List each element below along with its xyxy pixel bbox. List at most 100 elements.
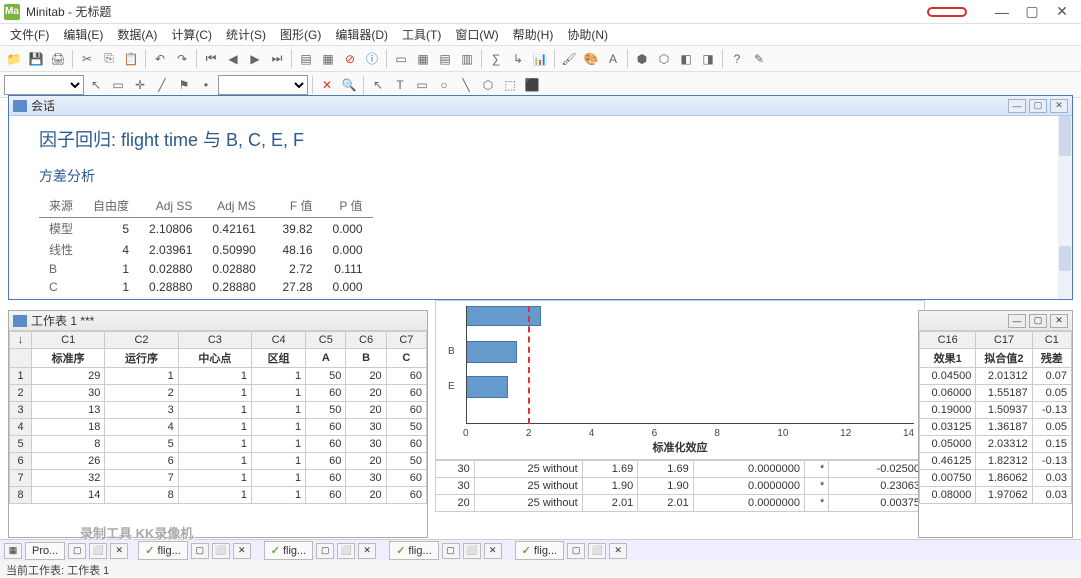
table-row[interactable]: 0.045002.013120.07 bbox=[920, 368, 1072, 385]
session-close[interactable]: ✕ bbox=[1050, 99, 1068, 113]
circle-tool-icon[interactable]: ○ bbox=[434, 75, 454, 95]
show-history-icon[interactable]: ▤ bbox=[435, 49, 455, 69]
table-row[interactable]: 129111502060 bbox=[10, 368, 427, 385]
corner-cell[interactable]: ↓ bbox=[10, 332, 32, 349]
tab-close1[interactable]: ✕ bbox=[110, 543, 128, 559]
delete-icon[interactable]: ✕ bbox=[317, 75, 337, 95]
col-label[interactable]: 运行序 bbox=[105, 349, 178, 368]
tab-restore[interactable]: ▢ bbox=[316, 543, 334, 559]
help-icon[interactable]: ? bbox=[727, 49, 747, 69]
worksheet-header[interactable]: 工作表 1 *** bbox=[9, 311, 427, 331]
maximize-button[interactable]: ▢ bbox=[1017, 2, 1047, 22]
table-row[interactable]: 3025 without1.691.690.0000000*-0.02500 bbox=[436, 461, 925, 478]
col-header[interactable]: C16 bbox=[920, 332, 976, 349]
table-row[interactable]: 58511603060 bbox=[10, 436, 427, 453]
col-label[interactable]: A bbox=[306, 349, 346, 368]
show-data-icon[interactable]: ▦ bbox=[413, 49, 433, 69]
stat-tool4-icon[interactable]: ◨ bbox=[698, 49, 718, 69]
table-row[interactable]: 626611602050 bbox=[10, 453, 427, 470]
col-label[interactable]: 残差 bbox=[1032, 349, 1071, 368]
rg-minimize[interactable]: — bbox=[1008, 314, 1026, 328]
col-label[interactable]: C bbox=[386, 349, 426, 368]
flag-icon[interactable]: ⚑ bbox=[174, 75, 194, 95]
tab-project-icon[interactable]: ▦ bbox=[4, 543, 22, 559]
line-tool-icon[interactable]: ╱ bbox=[152, 75, 172, 95]
effects-chart[interactable]: B E 标准化效应 02468101214 bbox=[435, 300, 925, 460]
table-row[interactable]: 313311502060 bbox=[10, 402, 427, 419]
col-label[interactable]: B bbox=[346, 349, 386, 368]
close-button[interactable]: ✕ bbox=[1047, 2, 1077, 22]
tab-project[interactable]: Pro... bbox=[25, 542, 65, 560]
table-row[interactable]: 0.031251.361870.05 bbox=[920, 419, 1072, 436]
save-icon[interactable]: 💾 bbox=[26, 49, 46, 69]
col-header[interactable]: C3 bbox=[178, 332, 251, 349]
copy-icon[interactable]: ⎘ bbox=[99, 49, 119, 69]
col-label[interactable]: 标准序 bbox=[32, 349, 105, 368]
tab-max1[interactable]: ⬜ bbox=[89, 543, 107, 559]
tab-close[interactable]: ✕ bbox=[609, 543, 627, 559]
stat-tool1-icon[interactable]: ⬢ bbox=[632, 49, 652, 69]
session-scrollbar[interactable] bbox=[1058, 116, 1072, 299]
menu-stat[interactable]: 统计(S) bbox=[220, 24, 272, 45]
right-grid-header[interactable]: — ▢ ✕ bbox=[919, 311, 1072, 331]
assign-icon[interactable]: ↳ bbox=[508, 49, 528, 69]
menu-help[interactable]: 帮助(H) bbox=[507, 24, 560, 45]
scroll-thumb[interactable] bbox=[1059, 116, 1071, 156]
right-grid[interactable]: C16C17C1 效果1拟合值2残差 0.045002.013120.070.0… bbox=[919, 331, 1072, 504]
worksheet-icon[interactable]: ▦ bbox=[318, 49, 338, 69]
chart-icon[interactable]: 📊 bbox=[530, 49, 550, 69]
rg-maximize[interactable]: ▢ bbox=[1029, 314, 1047, 328]
nav-next-icon[interactable]: ▶ bbox=[245, 49, 265, 69]
tab-max[interactable]: ⬜ bbox=[588, 543, 606, 559]
table-row[interactable]: 2025 without2.012.010.0000000*0.00375 bbox=[436, 495, 925, 512]
col-header[interactable]: C6 bbox=[346, 332, 386, 349]
menu-file[interactable]: 文件(F) bbox=[4, 24, 55, 45]
zoom-icon[interactable]: 🔍 bbox=[339, 75, 359, 95]
nav-last-icon[interactable]: ⏭ bbox=[267, 49, 287, 69]
tab-graph[interactable]: ✓flig... bbox=[138, 541, 187, 560]
table-row[interactable]: 3025 without1.901.900.0000000*0.23063 bbox=[436, 478, 925, 495]
polyline-icon[interactable]: ⬡ bbox=[478, 75, 498, 95]
select-icon[interactable]: ▭ bbox=[108, 75, 128, 95]
col-header[interactable]: C2 bbox=[105, 332, 178, 349]
menu-edit[interactable]: 编辑(E) bbox=[57, 24, 109, 45]
table-row[interactable]: 0.461251.82312-0.13 bbox=[920, 453, 1072, 470]
col-header[interactable]: C5 bbox=[306, 332, 346, 349]
tab-close[interactable]: ✕ bbox=[484, 543, 502, 559]
session-header[interactable]: 会话 — ▢ ✕ bbox=[9, 96, 1072, 116]
table-row[interactable]: 0.050002.033120.15 bbox=[920, 436, 1072, 453]
col-label[interactable]: 拟合值2 bbox=[976, 349, 1032, 368]
tab-restore[interactable]: ▢ bbox=[191, 543, 209, 559]
table-row[interactable]: 732711603060 bbox=[10, 470, 427, 487]
region-icon[interactable]: ⬛ bbox=[522, 75, 542, 95]
info-icon[interactable]: ⓘ bbox=[362, 49, 382, 69]
tab-close[interactable]: ✕ bbox=[233, 543, 251, 559]
tab-graph[interactable]: ✓flig... bbox=[389, 541, 438, 560]
stop-icon[interactable]: ⊘ bbox=[340, 49, 360, 69]
col-header[interactable]: C1 bbox=[32, 332, 105, 349]
tab-restore[interactable]: ▢ bbox=[442, 543, 460, 559]
table-row[interactable]: 0.007501.860620.03 bbox=[920, 470, 1072, 487]
redo-icon[interactable]: ↷ bbox=[172, 49, 192, 69]
stat-tool3-icon[interactable]: ◧ bbox=[676, 49, 696, 69]
nav-prev-icon[interactable]: ◀ bbox=[223, 49, 243, 69]
tab-graph[interactable]: ✓flig... bbox=[515, 541, 564, 560]
tab-max[interactable]: ⬜ bbox=[463, 543, 481, 559]
brush-icon[interactable]: 🖌 bbox=[559, 49, 579, 69]
crosshair-icon[interactable]: ✛ bbox=[130, 75, 150, 95]
table-row[interactable]: 814811602060 bbox=[10, 487, 427, 504]
paste-icon[interactable]: 📋 bbox=[121, 49, 141, 69]
undo-icon[interactable]: ↶ bbox=[150, 49, 170, 69]
col-header[interactable]: C17 bbox=[976, 332, 1032, 349]
table-row[interactable]: 0.190001.50937-0.13 bbox=[920, 402, 1072, 419]
show-project-icon[interactable]: ▥ bbox=[457, 49, 477, 69]
col-header[interactable]: C7 bbox=[386, 332, 426, 349]
col-header[interactable]: C1 bbox=[1032, 332, 1071, 349]
session-minimize[interactable]: — bbox=[1008, 99, 1026, 113]
tab-restore1[interactable]: ▢ bbox=[68, 543, 86, 559]
tab-max[interactable]: ⬜ bbox=[337, 543, 355, 559]
menu-data[interactable]: 数据(A) bbox=[111, 24, 163, 45]
palette-icon[interactable]: 🎨 bbox=[581, 49, 601, 69]
session-maximize[interactable]: ▢ bbox=[1029, 99, 1047, 113]
tab-restore[interactable]: ▢ bbox=[567, 543, 585, 559]
